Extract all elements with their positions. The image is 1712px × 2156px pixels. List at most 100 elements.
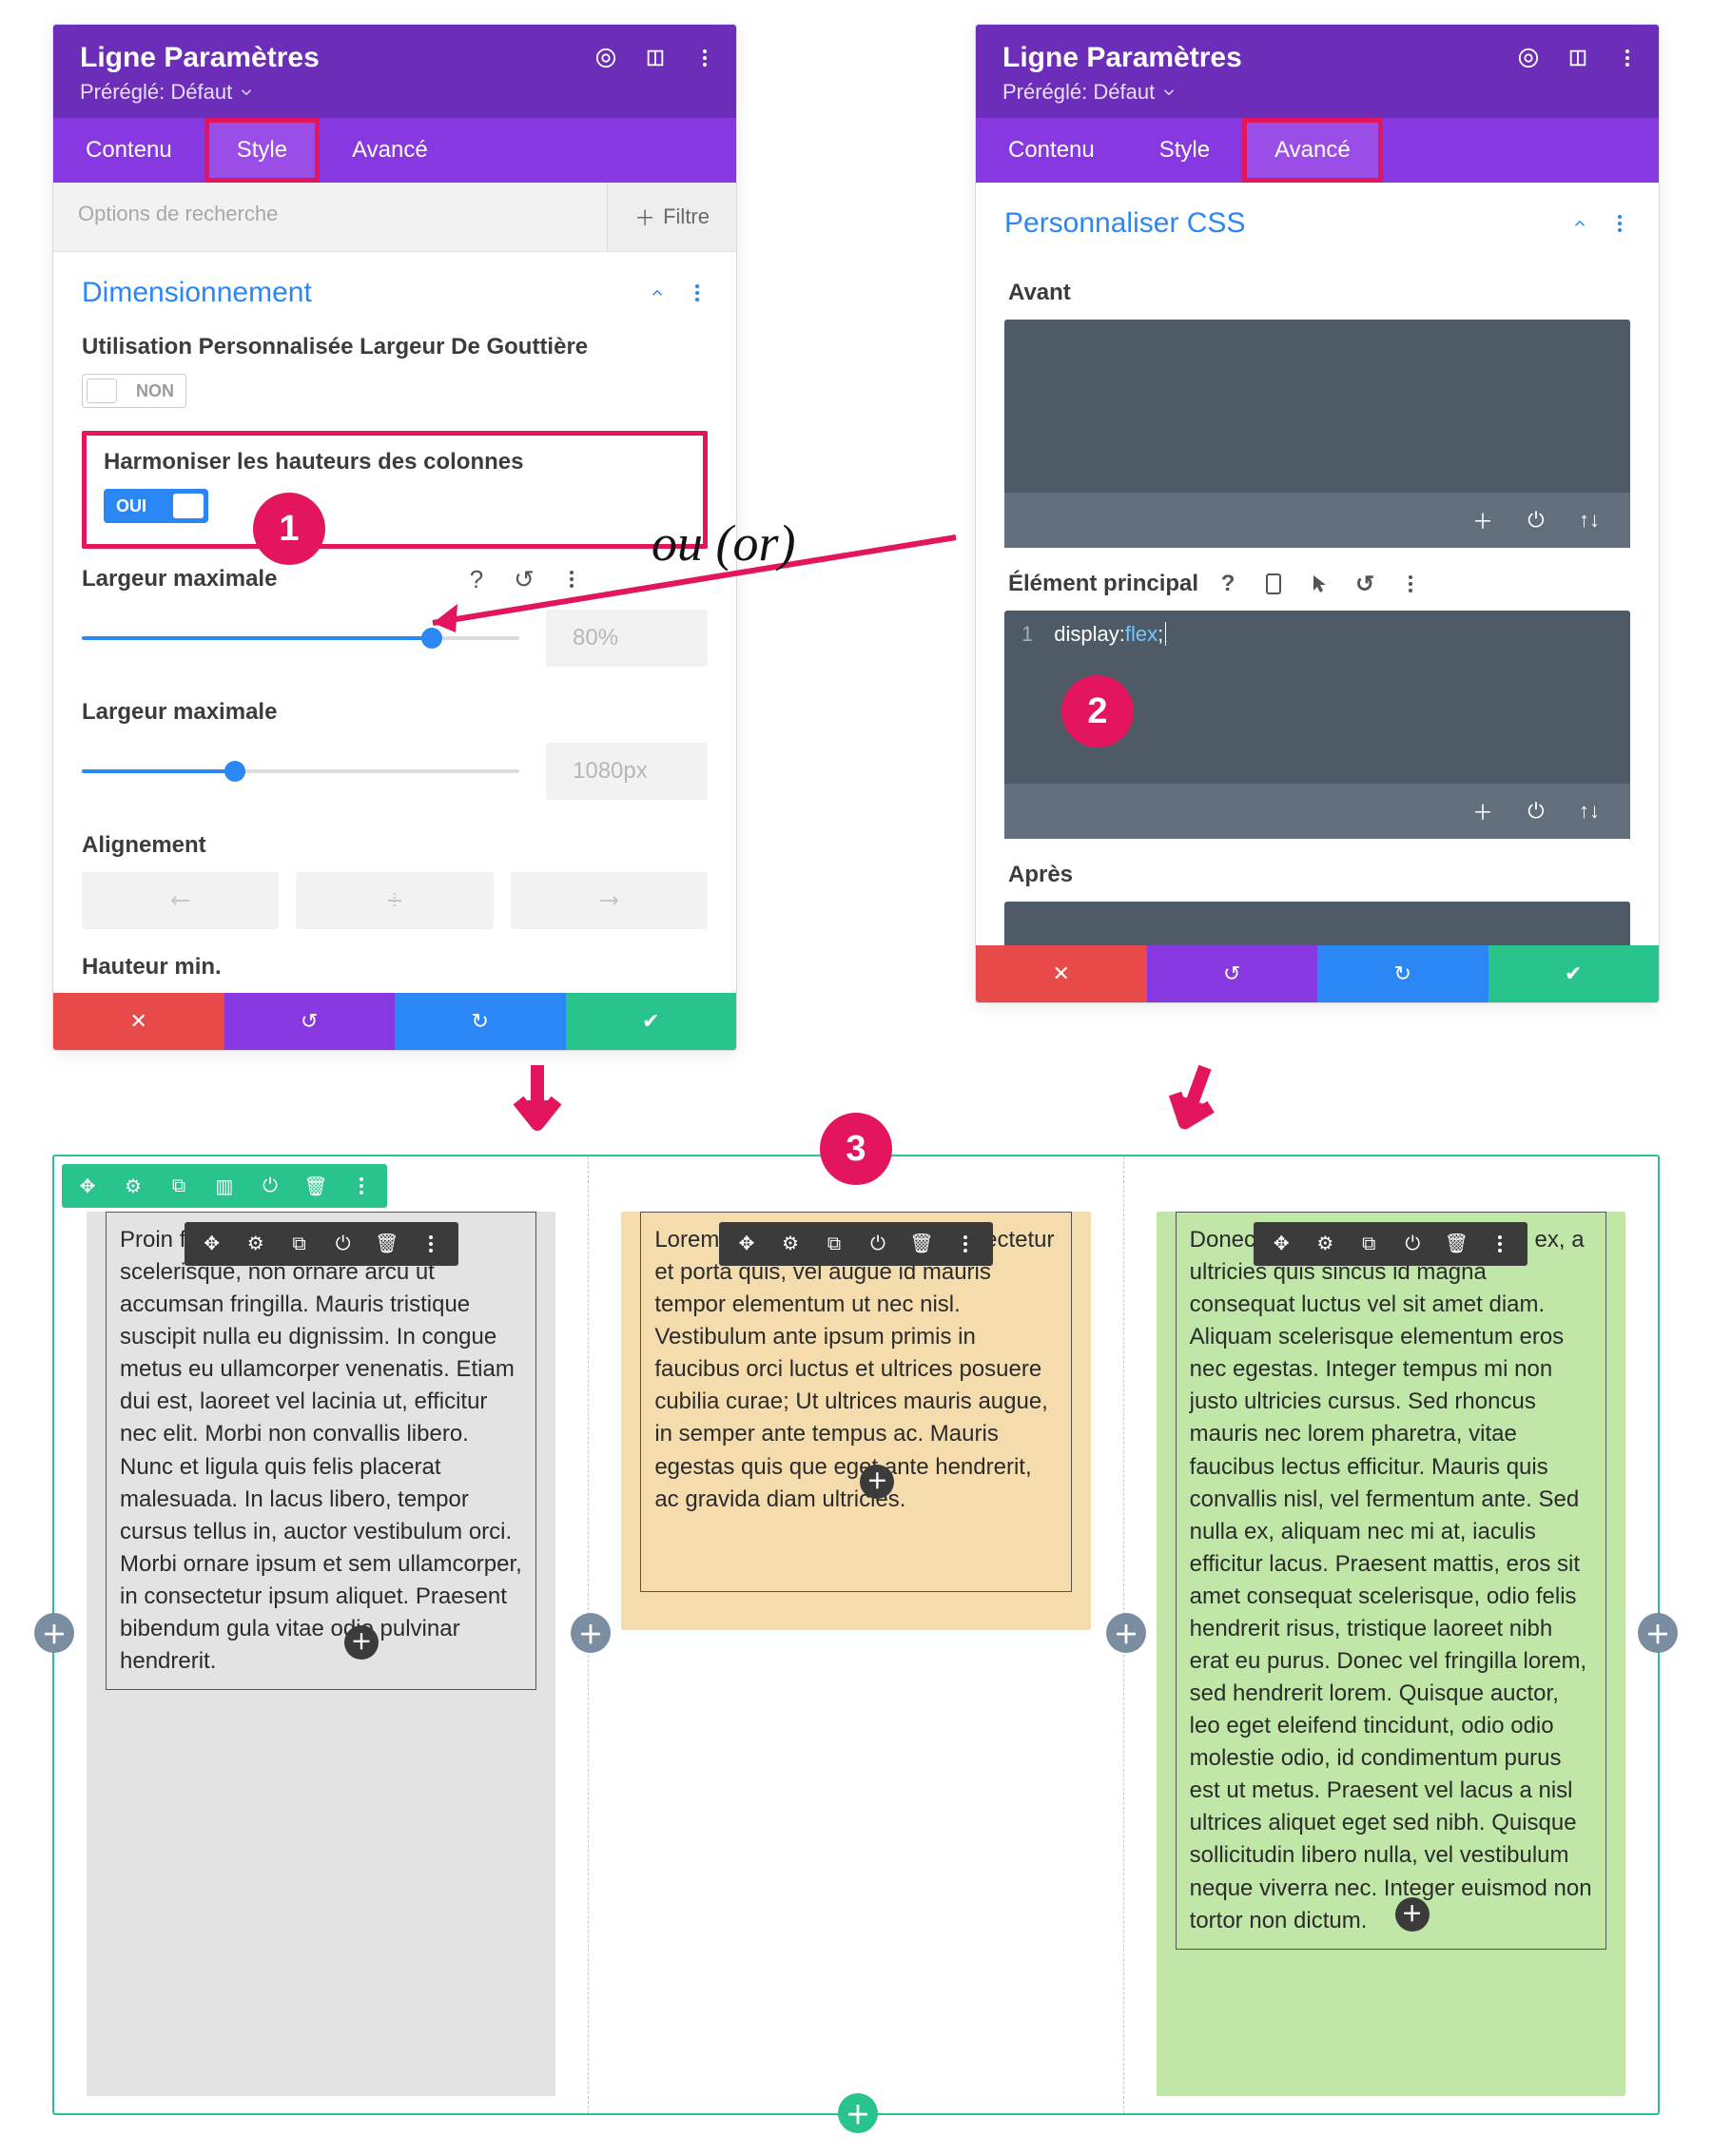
save-button[interactable]: ✔ [1488,945,1660,1002]
chevron-up-icon[interactable] [1571,215,1588,232]
add-column-button[interactable]: ＋ [34,1613,74,1653]
tabs: Contenu Style Avancé [53,118,736,183]
css-main-editor[interactable]: 1 display:flex; 2 ＋ ⏻ ↑↓ [1004,611,1630,839]
row-toolbar[interactable]: ✥ ⚙ ⧉ ▥ ⏻ 🗑 [62,1164,387,1208]
filter-button[interactable]: ＋ Filtre [607,183,736,251]
more-icon[interactable] [687,282,708,303]
max-width-slider-2[interactable] [82,769,519,773]
columns-icon[interactable]: ▥ [212,1174,237,1198]
annotation-badge-2: 2 [1061,675,1134,748]
gear-icon[interactable]: ⚙ [1313,1232,1337,1256]
add-column-button[interactable]: ＋ [1638,1613,1678,1653]
tab-style[interactable]: Style [1127,118,1242,183]
sort-icon[interactable]: ↑↓ [1577,508,1602,533]
equalize-toggle[interactable]: OUI [104,489,208,523]
cursor-icon[interactable] [1307,572,1332,596]
duplicate-icon[interactable]: ⧉ [287,1232,312,1256]
max-width-value-2[interactable]: 1080px [546,743,708,800]
preset-dropdown[interactable]: Préréglé: Défaut [80,80,255,105]
add-column-button[interactable]: ＋ [571,1613,611,1653]
power-icon[interactable]: ⏻ [258,1174,282,1198]
gutter-width-toggle[interactable]: NON [82,374,186,408]
trash-icon[interactable]: 🗑 [303,1174,328,1198]
module-toolbar[interactable]: ✥ ⚙ ⧉ ⏻ 🗑 [1254,1222,1527,1266]
target-icon[interactable] [1518,48,1539,68]
add-module-button[interactable]: ＋ [344,1625,379,1660]
undo-button[interactable]: ↺ [1147,945,1318,1002]
more-icon[interactable] [953,1232,978,1256]
redo-button[interactable]: ↻ [1317,945,1488,1002]
move-icon[interactable]: ✥ [734,1232,759,1256]
sort-icon[interactable]: ↑↓ [1577,799,1602,824]
tab-content[interactable]: Contenu [976,118,1127,183]
save-button[interactable]: ✔ [566,993,737,1050]
tab-style[interactable]: Style [204,118,320,183]
more-icon[interactable] [1398,572,1423,596]
undo-icon[interactable]: ↺ [1352,572,1377,596]
more-icon[interactable] [418,1232,443,1256]
more-icon[interactable] [1488,1232,1512,1256]
move-icon[interactable]: ✥ [1269,1232,1294,1256]
column-3[interactable]: ✥ ⚙ ⧉ ⏻ 🗑 Donec libero eros sit amet sap… [1123,1156,1658,2113]
more-icon[interactable] [1617,48,1638,68]
power-icon[interactable]: ⏻ [866,1232,890,1256]
more-icon[interactable] [694,48,715,68]
close-button[interactable]: ✕ [53,993,224,1050]
column-2[interactable]: ✥ ⚙ ⧉ ⏻ 🗑 Lorem ipsum dolor sit amet con… [588,1156,1122,2113]
close-button[interactable]: ✕ [976,945,1147,1002]
expand-icon[interactable] [1567,48,1588,68]
duplicate-icon[interactable]: ⧉ [166,1174,191,1198]
plus-icon[interactable]: ＋ [1470,508,1495,533]
tablet-icon[interactable] [1261,572,1286,596]
tab-advanced[interactable]: Avancé [320,118,460,183]
arrow-down-icon [509,1060,566,1136]
text-module[interactable]: ✥ ⚙ ⧉ ⏻ 🗑 Proin finibus lectus eget leo … [106,1212,536,1690]
panel-header: Ligne Paramètres Préréglé: Défaut [53,25,736,118]
text-module[interactable]: ✥ ⚙ ⧉ ⏻ 🗑 Donec libero eros sit amet sap… [1176,1212,1606,1950]
text-module[interactable]: ✥ ⚙ ⧉ ⏻ 🗑 Lorem ipsum dolor sit amet con… [640,1212,1071,1592]
power-icon[interactable]: ⏻ [1524,508,1548,533]
css-before-editor[interactable]: ＋ ⏻ ↑↓ [1004,320,1630,548]
search-input[interactable]: Options de recherche [53,183,607,251]
filter-label: Filtre [663,204,710,229]
tab-content[interactable]: Contenu [53,118,204,183]
tab-advanced[interactable]: Avancé [1242,118,1383,183]
power-icon[interactable]: ⏻ [331,1232,356,1256]
align-center-button[interactable] [296,872,493,929]
gear-icon[interactable]: ⚙ [778,1232,803,1256]
duplicate-icon[interactable]: ⧉ [1356,1232,1381,1256]
trash-icon[interactable]: 🗑 [1444,1232,1469,1256]
align-left-button[interactable] [82,872,279,929]
chevron-down-icon [238,84,255,101]
gear-icon[interactable]: ⚙ [243,1232,268,1256]
column-1[interactable]: ✥ ⚙ ⧉ ⏻ 🗑 Proin finibus lectus eget leo … [54,1156,588,2113]
duplicate-icon[interactable]: ⧉ [822,1232,846,1256]
move-icon[interactable]: ✥ [75,1174,100,1198]
trash-icon[interactable]: 🗑 [909,1232,934,1256]
more-icon[interactable] [349,1174,374,1198]
add-row-button[interactable]: ＋ [838,2093,878,2133]
help-icon[interactable]: ? [1216,572,1240,596]
or-annotation: ou (or) [652,514,795,573]
target-icon[interactable] [595,48,616,68]
trash-icon[interactable]: 🗑 [375,1232,399,1256]
module-toolbar[interactable]: ✥ ⚙ ⧉ ⏻ 🗑 [719,1222,993,1266]
module-text: Proin finibus lectus eget leo scelerisqu… [120,1227,522,1674]
module-toolbar[interactable]: ✥ ⚙ ⧉ ⏻ 🗑 [185,1222,458,1266]
preset-dropdown[interactable]: Préréglé: Défaut [1002,80,1177,105]
redo-button[interactable]: ↻ [395,993,566,1050]
power-icon[interactable]: ⏻ [1400,1232,1425,1256]
align-right-button[interactable] [511,872,708,929]
undo-button[interactable]: ↺ [224,993,396,1050]
expand-icon[interactable] [645,48,666,68]
gear-icon[interactable]: ⚙ [121,1174,146,1198]
move-icon[interactable]: ✥ [200,1232,224,1256]
preset-label: Préréglé: Défaut [1002,80,1155,105]
add-module-button[interactable]: ＋ [1395,1897,1430,1932]
power-icon[interactable]: ⏻ [1524,799,1548,824]
chevron-up-icon[interactable] [649,284,666,301]
section-custom-css: Personnaliser CSS Avant ＋ ⏻ ↑↓ Élément p… [976,183,1659,966]
plus-icon[interactable]: ＋ [1470,799,1495,824]
more-icon[interactable] [1609,213,1630,234]
add-column-button[interactable]: ＋ [1106,1613,1146,1653]
